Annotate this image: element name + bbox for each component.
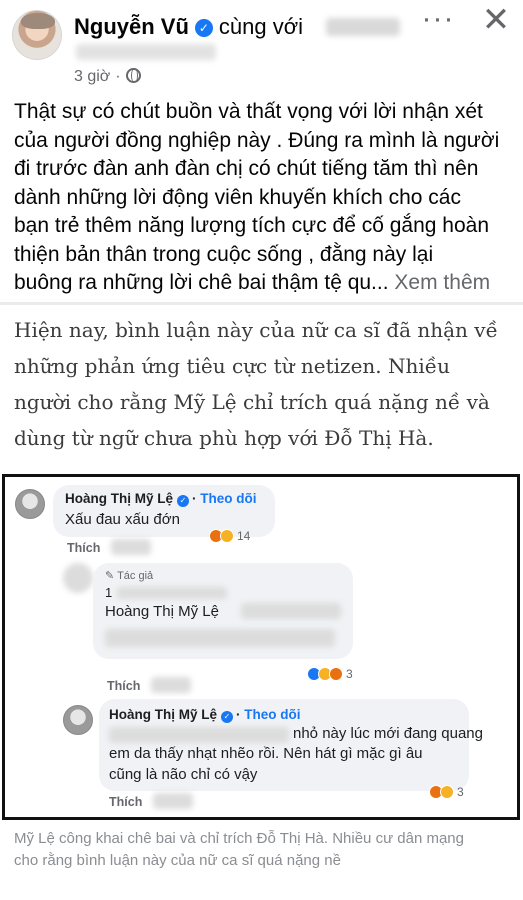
follow-button[interactable]: Theo dõi [244, 707, 300, 722]
author-tag-label: Tác giả [117, 570, 154, 582]
comment-author-name[interactable]: Hoàng Thị Mỹ Lệ [65, 491, 173, 506]
article-line: dùng từ ngữ chưa phù hợp với Đỗ Thị Hà. [14, 426, 434, 450]
reply-mention[interactable]: Hoàng Thị Mỹ Lệ [105, 603, 219, 620]
post-line: của người đồng nghiệp này . Đúng ra mình… [14, 128, 500, 152]
tagged-user-blurred-2[interactable] [76, 44, 216, 60]
article-line: những phản ứng tiêu cực từ netizen. Nhiề… [14, 354, 450, 378]
timestamp-blurred [151, 677, 191, 693]
author-name[interactable]: Nguyễn Vũ [74, 14, 189, 39]
comment-author-name[interactable]: Hoàng Thị Mỹ Lệ [109, 707, 217, 722]
verified-badge-icon: ✓ [194, 19, 213, 37]
reaction-count: 3 [457, 785, 464, 799]
article-paragraph: Hiện nay, bình luận này của nữ ca sĩ đã … [14, 312, 518, 456]
reply-name-blurred [117, 587, 227, 599]
post-line: bạn trẻ thêm năng lượng tích cực để cố g… [14, 214, 490, 237]
comment-line: nhỏ này lúc mới đang quang [293, 725, 483, 742]
post-header: Nguyễn Vũ ✓ cùng với 3 giờ · ··· ✕ [0, 0, 523, 92]
tagged-user-blurred[interactable] [326, 18, 400, 36]
with-label: cùng với [218, 14, 304, 39]
reaction-count: 3 [346, 667, 353, 681]
reaction-summary[interactable]: 3 [307, 667, 353, 681]
comment-text-blurred [109, 727, 289, 743]
haha-reaction-icon [220, 529, 234, 543]
reaction-summary[interactable]: 3 [429, 785, 464, 799]
dot-separator: · [236, 707, 245, 722]
more-options-button[interactable]: ··· [416, 4, 460, 38]
comment-screenshot: Hoàng Thị Mỹ Lệ ✓ · Theo dõi Xấu đau xấu đ… [2, 474, 520, 820]
image-caption: Mỹ Lệ công khai chê bai và chỉ trích Đỗ … [14, 828, 518, 872]
author-line: Nguyễn Vũ ✓ cùng với [74, 14, 303, 40]
post-time[interactable]: 3 giờ [74, 68, 110, 85]
separator-dot: · [115, 68, 121, 85]
post-line: Thật sự có chút buồn và thất vọng với lờ… [14, 100, 483, 123]
like-button[interactable]: Thích [67, 541, 100, 555]
article-line: người cho rằng Mỹ Lệ chỉ trích quá nặng … [14, 390, 490, 414]
reply-line: 1 [105, 585, 113, 600]
caption-line: cho rằng bình luận này của nữ ca sĩ quá … [14, 852, 341, 869]
post-meta: 3 giờ · [74, 68, 141, 86]
timestamp-blurred [111, 539, 151, 555]
author-avatar[interactable] [12, 10, 62, 60]
post-line: dành những lời động viên khuyến khích ch… [14, 185, 461, 209]
reaction-summary[interactable]: 14 [209, 529, 250, 543]
comment-line: em da thấy nhạt nhẽo rồi. Nên hát gì mặc… [109, 745, 423, 762]
comment-author: Hoàng Thị Mỹ Lệ ✓ · Theo dõi [109, 707, 301, 723]
comment-line: cũng là não chỉ có vậy [109, 766, 258, 783]
verified-badge-icon: ✓ [177, 495, 189, 507]
reply-avatar-blurred[interactable] [63, 563, 93, 593]
post-line: buông ra những lời chê bai thậm tệ qu... [14, 271, 389, 294]
divider [0, 302, 523, 305]
reaction-count: 14 [237, 529, 251, 543]
post-body: Thật sự có chút buồn và thất vọng với lờ… [14, 98, 514, 298]
haha-reaction-icon [440, 785, 454, 799]
verified-badge-icon: ✓ [221, 711, 233, 723]
commenter-avatar[interactable] [63, 705, 93, 735]
caption-line: Mỹ Lệ công khai chê bai và chỉ trích Đỗ … [14, 830, 464, 847]
author-tag: ✎ Tác giả [105, 569, 153, 582]
see-more-link[interactable]: Xem thêm [394, 271, 490, 294]
comment-author: Hoàng Thị Mỹ Lệ ✓ · Theo dõi [65, 491, 257, 507]
reply-text-blurred-2 [105, 629, 335, 647]
dot-separator: · [192, 491, 201, 506]
follow-button[interactable]: Theo dõi [200, 491, 256, 506]
angry-reaction-icon [329, 667, 343, 681]
article-line: Hiện nay, bình luận này của nữ ca sĩ đã … [14, 318, 498, 342]
commenter-avatar[interactable] [15, 489, 45, 519]
comment-text: Xấu đau xấu đớn [65, 511, 180, 528]
post-line-last: buông ra những lời chê bai thậm tệ qu...… [14, 269, 514, 298]
post-line: đi trước đàn anh đàn chị có chút tiếng t… [14, 157, 479, 180]
globe-icon [125, 68, 141, 83]
timestamp-blurred [153, 793, 193, 809]
reply-text-blurred [241, 603, 341, 619]
like-button[interactable]: Thích [107, 679, 140, 693]
post-line: thiện bản thân trong cuộc sống , đằng nà… [14, 242, 434, 266]
like-button[interactable]: Thích [109, 795, 142, 809]
pencil-icon: ✎ [105, 570, 118, 582]
close-button[interactable]: ✕ [478, 3, 514, 40]
